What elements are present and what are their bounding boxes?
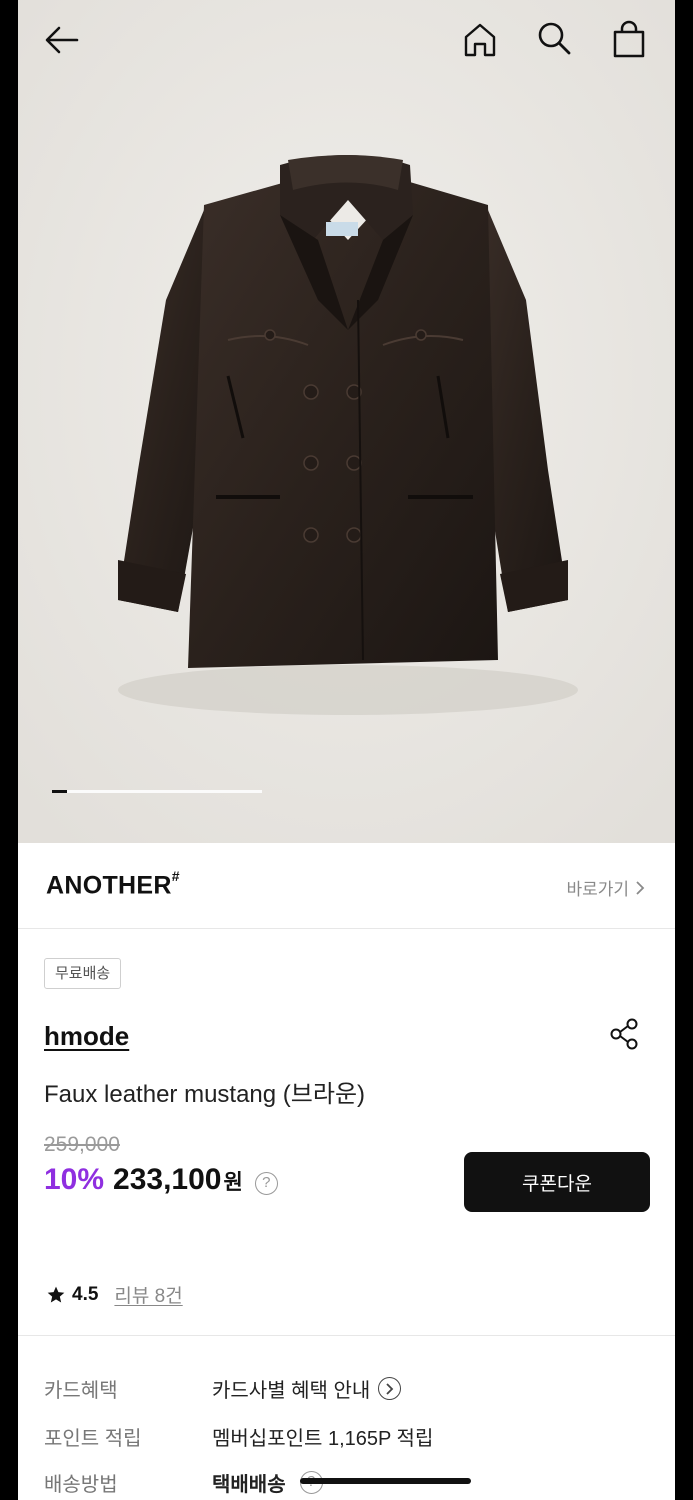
search-icon xyxy=(538,22,571,55)
product-image-gallery[interactable] xyxy=(18,0,675,843)
home-indicator xyxy=(300,1478,471,1484)
star-icon xyxy=(47,1286,65,1302)
product-image xyxy=(18,0,675,843)
cart-button[interactable] xyxy=(609,19,649,59)
currency-label: 원 xyxy=(223,1171,243,1194)
product-detail-screen: ANOTHER# 바로가기 무료배송 hmode Faux leather mu… xyxy=(18,0,675,1500)
info-row-card: 카드혜택 카드사별 혜택 안내 xyxy=(44,1374,402,1403)
brand-row[interactable]: ANOTHER# 바로가기 xyxy=(18,843,675,929)
share-button[interactable] xyxy=(609,1018,639,1050)
gallery-progress-fill xyxy=(52,790,67,793)
info-row-shipping: 배송방법 택배배송 ? xyxy=(44,1468,323,1497)
card-benefit-link[interactable]: 카드사별 혜택 안내 xyxy=(212,1374,402,1403)
arrow-left-icon xyxy=(45,26,79,54)
brand-shortcut-label: 바로가기 xyxy=(566,880,629,899)
share-icon xyxy=(610,1018,638,1050)
info-label-card: 카드혜택 xyxy=(44,1380,118,1402)
search-button[interactable] xyxy=(534,18,574,58)
brand-shortcut-link[interactable]: 바로가기 xyxy=(566,875,645,900)
home-button[interactable] xyxy=(460,20,500,60)
back-button[interactable] xyxy=(42,20,82,60)
points-value: 멤버십포인트 1,165P 적립 xyxy=(212,1428,434,1450)
info-label-points: 포인트 적립 xyxy=(44,1428,142,1450)
brand-logo: ANOTHER# xyxy=(46,868,180,900)
chevron-right-icon xyxy=(636,880,645,895)
chevron-circle-icon xyxy=(378,1377,402,1400)
shipping-method-text: 택배배송 xyxy=(212,1474,286,1496)
section-divider xyxy=(18,1335,675,1336)
original-price: 259,000 xyxy=(44,1133,120,1156)
price-row: 10% 233,100 원 ? xyxy=(44,1163,278,1197)
seller-name-link[interactable]: hmode xyxy=(44,1021,129,1052)
gallery-progress-track xyxy=(52,790,262,793)
coupon-download-button[interactable]: 쿠폰다운 xyxy=(464,1152,650,1212)
card-benefit-text: 카드사별 혜택 안내 xyxy=(212,1380,371,1402)
product-title: Faux leather mustang (브라운) xyxy=(44,1081,366,1108)
review-count-link[interactable]: 리뷰 8건 xyxy=(114,1281,182,1308)
info-row-points: 포인트 적립 멤버십포인트 1,165P 적립 xyxy=(44,1422,433,1451)
sale-price: 233,100 xyxy=(113,1163,222,1196)
shopping-bag-icon xyxy=(613,20,645,58)
info-label-shipping: 배송방법 xyxy=(44,1474,118,1496)
price-help-icon[interactable]: ? xyxy=(254,1172,278,1195)
discount-rate: 10% xyxy=(44,1163,105,1196)
home-icon xyxy=(464,23,496,57)
rating-value: 4.5 xyxy=(72,1283,99,1305)
free-shipping-badge: 무료배송 xyxy=(44,958,122,989)
rating-row: 4.5 리뷰 8건 xyxy=(46,1281,183,1308)
